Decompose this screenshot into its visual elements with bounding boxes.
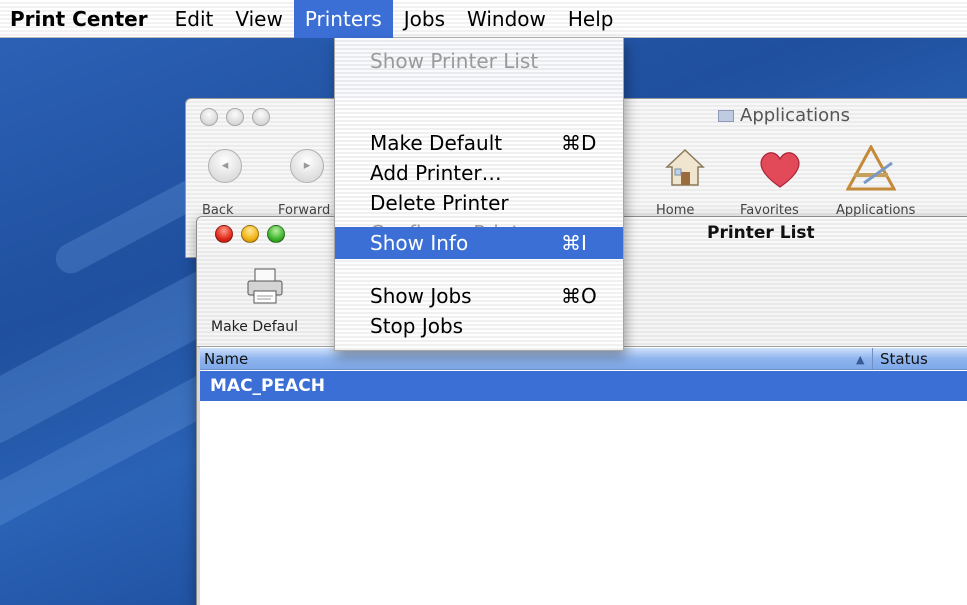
menu-app-print-center[interactable]: Print Center: [4, 0, 164, 38]
minimize-button[interactable]: [241, 225, 259, 243]
back-arrow-icon: ◂: [221, 158, 229, 173]
printer-icon: [247, 268, 283, 304]
make-default-button[interactable]: Make Defaul: [197, 249, 327, 347]
shortcut-label: ⌘I: [561, 231, 587, 255]
menu-item-label: Make Default: [370, 131, 503, 155]
column-separator: [872, 348, 873, 370]
printers-menu: Show Printer List Make Default ⌘D Add Pr…: [334, 38, 624, 351]
finder-title-text: Applications: [740, 105, 850, 126]
menu-edit[interactable]: Edit: [164, 0, 225, 38]
column-status[interactable]: Status: [880, 350, 928, 368]
menu-window[interactable]: Window: [456, 0, 557, 38]
menu-item-show-jobs[interactable]: Show Jobs ⌘O: [335, 281, 623, 311]
menu-item-delete-printer[interactable]: Delete Printer: [335, 188, 623, 218]
table-row[interactable]: MAC_PEACH: [200, 371, 967, 401]
menu-item-label: Show Printer List: [370, 49, 539, 73]
menu-help[interactable]: Help: [557, 0, 625, 38]
menubar: Print Center Edit View Printers Jobs Win…: [0, 0, 967, 38]
home-icon[interactable]: [664, 147, 706, 189]
menu-item-add-printer[interactable]: Add Printer…: [335, 158, 623, 188]
menu-item-label: Delete Printer: [370, 191, 509, 215]
make-default-label: Make Defaul: [211, 319, 298, 335]
window-title: Printer List: [707, 223, 815, 243]
close-button-inactive[interactable]: [200, 108, 218, 126]
back-button[interactable]: ◂: [208, 149, 242, 183]
shortcut-label: ⌘O: [561, 284, 597, 308]
applications-icon[interactable]: [846, 145, 896, 191]
menu-item-label: Add Printer…: [370, 161, 502, 185]
menu-item-stop-jobs[interactable]: Stop Jobs: [335, 311, 623, 341]
menu-item-show-printer-list[interactable]: Show Printer List: [335, 46, 623, 76]
menu-view[interactable]: View: [224, 0, 293, 38]
minimize-button-inactive[interactable]: [226, 108, 244, 126]
finder-title: Applications: [718, 105, 850, 126]
zoom-button[interactable]: [267, 225, 285, 243]
zoom-button-inactive[interactable]: [252, 108, 270, 126]
shortcut-label: ⌘D: [561, 131, 597, 155]
folder-icon: [718, 110, 734, 122]
menu-item-make-default[interactable]: Make Default ⌘D: [335, 128, 623, 158]
forward-arrow-icon: ▸: [303, 158, 311, 173]
menu-item-label: Stop Jobs: [370, 314, 464, 338]
menu-item-label: Show Info: [370, 231, 469, 255]
menu-item-show-info[interactable]: Show Info ⌘I: [335, 227, 623, 259]
forward-button[interactable]: ▸: [290, 149, 324, 183]
favorites-heart-icon[interactable]: [756, 149, 804, 189]
menu-printers[interactable]: Printers: [293, 0, 393, 38]
menu-item-label: Show Jobs: [370, 284, 472, 308]
sort-ascending-icon: ▲: [856, 353, 865, 366]
menu-jobs[interactable]: Jobs: [393, 0, 456, 38]
column-header: Name ▲ Status: [200, 348, 967, 370]
close-button[interactable]: [215, 225, 233, 243]
column-name[interactable]: Name: [204, 350, 248, 368]
